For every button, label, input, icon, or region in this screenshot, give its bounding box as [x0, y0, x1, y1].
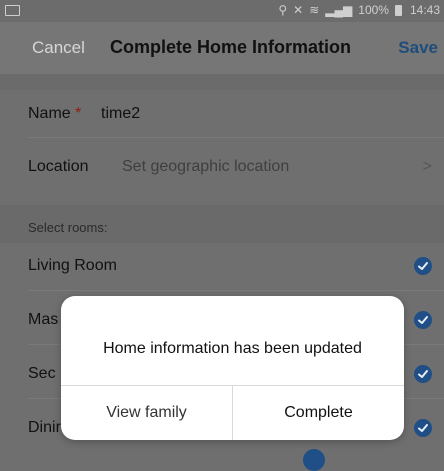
location-placeholder: Set geographic location — [122, 158, 290, 175]
room-label: Living Room — [28, 257, 117, 274]
nav-bar: Cancel Complete Home Information Save — [0, 22, 444, 74]
battery-percent: 100% — [358, 3, 389, 17]
divider — [28, 290, 444, 291]
cancel-button[interactable]: Cancel — [32, 38, 85, 58]
rooms-section-label: Select rooms: — [28, 220, 108, 235]
room-label: Dinir — [28, 419, 61, 436]
dialog: Home information has been updated View f… — [61, 296, 404, 440]
checkmark-icon[interactable] — [414, 365, 432, 383]
required-mark: * — [75, 105, 82, 122]
checkmark-icon[interactable] — [414, 311, 432, 329]
top-spacer — [0, 74, 444, 90]
signal-icon: ▂▄▆ — [325, 3, 353, 17]
room-item[interactable]: Living Room — [0, 243, 444, 291]
battery-icon — [394, 4, 402, 16]
name-input[interactable]: time2 — [101, 105, 140, 123]
location-icon: ⚲ — [278, 3, 288, 17]
wifi-icon: ≋ — [309, 3, 320, 17]
chevron-right-icon: > — [422, 158, 432, 175]
room-label: Mas — [28, 311, 59, 328]
status-right: ⚲ ✕ ≋ ▂▄▆ 100% 14:43 — [278, 3, 440, 17]
view-family-button[interactable]: View family — [61, 385, 232, 440]
name-row: Name * time2 — [0, 90, 444, 138]
status-time: 14:43 — [409, 3, 440, 17]
checkmark-icon[interactable] — [414, 419, 432, 437]
location-label: Location — [28, 158, 89, 175]
checkmark-icon[interactable] — [414, 257, 432, 275]
floating-action-icon[interactable] — [303, 449, 325, 471]
name-label-text: Name — [28, 105, 71, 122]
save-button[interactable]: Save — [398, 38, 438, 58]
page-title: Complete Home Information — [110, 37, 352, 57]
image-icon — [5, 5, 20, 16]
complete-button[interactable]: Complete — [233, 385, 404, 440]
mute-icon: ✕ — [293, 3, 304, 17]
location-row[interactable]: Location Set geographic location > — [0, 138, 444, 196]
status-bar: ⚲ ✕ ≋ ▂▄▆ 100% 14:43 — [0, 0, 444, 22]
name-label: Name * — [28, 105, 81, 123]
room-label: Sec — [28, 365, 56, 382]
dialog-message: Home information has been updated — [103, 340, 362, 357]
